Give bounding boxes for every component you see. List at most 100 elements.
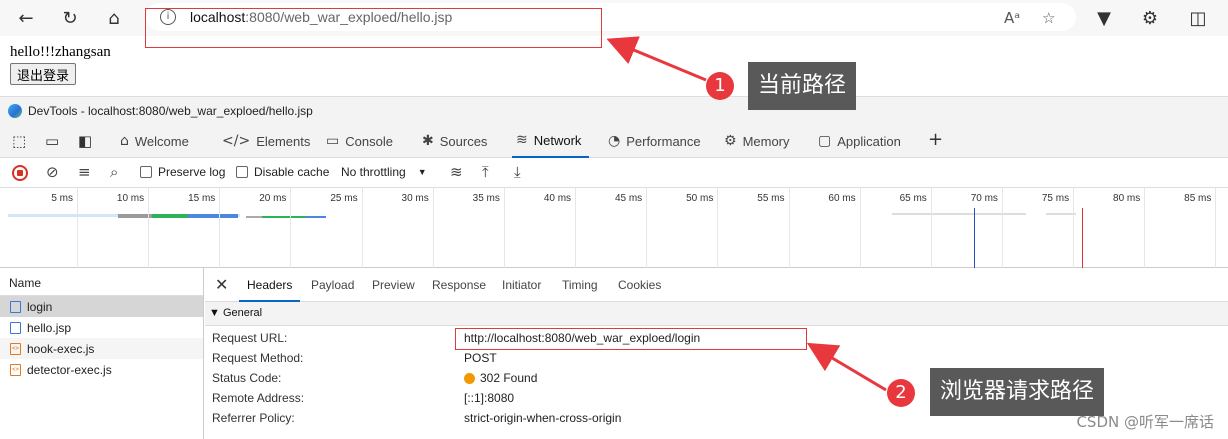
- tab-welcome[interactable]: ⌂ Welcome: [120, 124, 189, 158]
- general-section-header[interactable]: ▼ General: [205, 302, 1228, 326]
- tab-performance[interactable]: ◔ Performance: [608, 124, 701, 158]
- add-tab-icon[interactable]: +: [928, 129, 943, 150]
- preserve-log-checkbox[interactable]: Preserve log: [140, 165, 225, 179]
- request-row[interactable]: <> detector-exec.js: [0, 359, 203, 380]
- timeline-gridline: [361, 188, 363, 268]
- timeline-tick-label: 30 ms: [401, 193, 429, 204]
- timeline-tick-label: 55 ms: [757, 193, 785, 204]
- timeline-tick-label: 75 ms: [1041, 193, 1070, 204]
- annotation-label-2: 浏览器请求路径: [930, 368, 1105, 416]
- timeline-gridline: [717, 188, 719, 268]
- request-list: Name login hello.jsp <> hook-exec.js <> de…: [0, 268, 204, 439]
- tab-application[interactable]: ▢ Application: [818, 124, 901, 158]
- clear-icon[interactable]: ⊘: [46, 163, 59, 181]
- timeline-gridline: [859, 188, 861, 268]
- annotation-label-1: 当前路径: [748, 62, 857, 110]
- request-row[interactable]: hello.jsp: [0, 317, 203, 338]
- timeline-bar: [188, 214, 238, 218]
- url-highlight-box: [145, 8, 602, 48]
- dock-icon[interactable]: ◧: [78, 132, 92, 150]
- tab-console[interactable]: ▭ Console: [326, 124, 393, 158]
- request-row[interactable]: <> hook-exec.js: [0, 338, 203, 359]
- tab-memory[interactable]: ⚙ Memory: [724, 124, 790, 158]
- search-icon[interactable]: ⌕: [110, 163, 118, 181]
- back-icon[interactable]: ←: [14, 6, 38, 30]
- wifi-icon: ≋: [516, 132, 528, 148]
- greeting-text: hello!!!zhangsan: [10, 44, 111, 60]
- devtools-titlebar: DevTools - localhost:8080/web_war_exploe…: [0, 96, 1228, 124]
- edge-logo-icon: [8, 104, 22, 118]
- tab-headers[interactable]: Headers: [239, 268, 301, 302]
- tab-initiator[interactable]: Initiator: [502, 268, 541, 302]
- extensions-icon[interactable]: ⚙: [1138, 6, 1162, 30]
- devtools-title: DevTools - localhost:8080/web_war_exploe…: [28, 104, 313, 118]
- timeline-tick-label: 70 ms: [970, 193, 998, 204]
- close-icon[interactable]: ✕: [215, 275, 228, 294]
- disable-cache-checkbox[interactable]: Disable cache: [236, 165, 329, 179]
- name-column-header[interactable]: Name: [0, 268, 203, 296]
- timeline-tick-label: 85 ms: [1184, 193, 1212, 204]
- tab-preview[interactable]: Preview: [372, 268, 415, 302]
- network-timeline[interactable]: 5 ms 10 ms 15 ms 20 ms 25 ms 30 ms 35 ms 40 ms 4…: [0, 188, 1228, 268]
- tab-cookies[interactable]: Cookies: [618, 268, 661, 302]
- timeline-tick-label: 15 ms: [188, 193, 216, 204]
- timeline-gridline: [219, 188, 221, 268]
- window-icon: ▢: [818, 133, 832, 149]
- reload-icon[interactable]: ↻: [58, 6, 82, 30]
- timeline-bar: [1046, 213, 1076, 215]
- timeline-gridline: [77, 188, 78, 268]
- annotation-badge-1: 1: [706, 72, 734, 100]
- network-toolbar: ⊘ ≡ ⌕ Preserve log Disable cache No thro…: [0, 158, 1228, 188]
- request-url-highlight-box: [455, 328, 807, 350]
- dom-content-loaded-line: [974, 208, 975, 268]
- code-icon: </>: [222, 133, 251, 149]
- timeline-tick-label: 50 ms: [686, 193, 714, 204]
- timeline-tick-label: 5 ms: [51, 193, 73, 204]
- timeline-gridline: [1144, 188, 1146, 268]
- tab-response[interactable]: Response: [432, 268, 486, 302]
- tab-payload[interactable]: Payload: [311, 268, 354, 302]
- timeline-gridline: [788, 188, 790, 268]
- timeline-gridline: [1001, 188, 1003, 268]
- split-screen-icon[interactable]: ◫: [1186, 6, 1210, 30]
- logout-button[interactable]: 退出登录: [10, 63, 77, 85]
- timeline-tick-label: 45 ms: [614, 193, 643, 204]
- record-icon[interactable]: [12, 165, 28, 181]
- dropdown-arrow-icon: ▼: [417, 167, 427, 177]
- timeline-gridline: [148, 188, 150, 268]
- home-icon[interactable]: ⌂: [102, 6, 126, 30]
- timeline-bar: [152, 214, 188, 218]
- network-conditions-icon[interactable]: ≋: [450, 163, 463, 181]
- inspect-icon[interactable]: ⬚: [12, 132, 26, 150]
- shield-icon[interactable]: ▼: [1092, 6, 1116, 30]
- checkbox-box[interactable]: [236, 166, 248, 178]
- download-icon[interactable]: ⤓: [514, 163, 521, 181]
- timeline-tick-label: 25 ms: [330, 193, 358, 204]
- status-dot-icon: [464, 372, 475, 384]
- checkbox-box[interactable]: [140, 166, 152, 178]
- read-aloud-icon[interactable]: Aᵃ: [1004, 9, 1020, 27]
- timeline-gridline: [432, 188, 434, 268]
- console-icon: ▭: [326, 133, 340, 149]
- script-icon: <>: [10, 363, 21, 376]
- devtools-tabbar: ⬚ ▭ ◧ ⌂ Welcome </> Elements ▭ Console ✱ Sou…: [0, 124, 1228, 158]
- throttling-select[interactable]: No throttling ▼: [341, 165, 427, 179]
- script-icon: <>: [10, 342, 21, 355]
- timeline-bar: [892, 213, 1026, 215]
- timeline-gridline: [930, 188, 932, 268]
- upload-icon[interactable]: ⤒: [482, 163, 489, 181]
- timeline-gridline: [646, 188, 648, 268]
- request-row[interactable]: login: [0, 296, 203, 317]
- favorite-icon[interactable]: ☆: [1042, 9, 1055, 27]
- detail-tabbar: ✕ Headers Payload Preview Response Initi…: [205, 268, 1228, 302]
- timeline-tick-label: 80 ms: [1113, 193, 1141, 204]
- document-icon: [10, 300, 21, 313]
- filter-icon[interactable]: ≡: [78, 163, 91, 181]
- device-toggle-icon[interactable]: ▭: [45, 132, 59, 150]
- tab-elements[interactable]: </> Elements: [222, 124, 310, 158]
- timeline-tick-label: 10 ms: [116, 193, 145, 204]
- tab-network[interactable]: ≋ Network: [512, 124, 590, 158]
- tab-sources[interactable]: ✱ Sources: [422, 124, 487, 158]
- gauge-icon: ◔: [608, 133, 621, 149]
- tab-timing[interactable]: Timing: [562, 268, 598, 302]
